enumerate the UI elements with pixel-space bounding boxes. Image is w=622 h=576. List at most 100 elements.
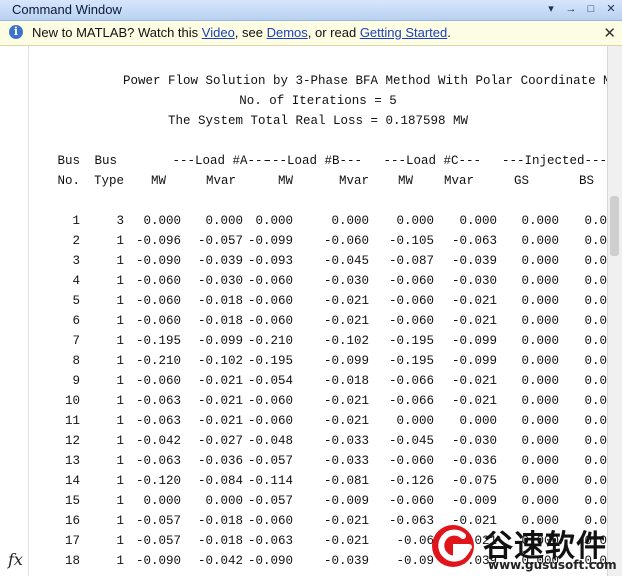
table-cell: 1 [116, 514, 124, 528]
table-cell: 13 [64, 454, 80, 468]
watermark: 谷速软件 www.gususoft.com [425, 519, 622, 576]
actions-dropdown-icon[interactable]: ▾ [544, 2, 558, 16]
table-cell: -0.075 [451, 474, 497, 488]
table-cell: -0.039 [451, 254, 497, 268]
maximize-icon[interactable]: □ [584, 2, 598, 16]
table-cell: 0.000 [459, 214, 497, 228]
table-cell: 1 [116, 254, 124, 268]
table-cell: -0.027 [197, 434, 243, 448]
table-cell: 0.0 [584, 314, 607, 328]
window-title: Command Window [12, 2, 122, 17]
table-cell: -0.036 [197, 454, 243, 468]
table-cell: 4 [72, 274, 80, 288]
getting-started-link[interactable]: Getting Started [360, 25, 447, 40]
header2-mvar-b: Mvar [338, 174, 369, 188]
loss-line: The System Total Real Loss = 0.187598 MW [167, 114, 469, 128]
table-cell: 11 [64, 414, 80, 428]
table-cell: 7 [72, 334, 80, 348]
notice-text-4: . [447, 25, 451, 40]
table-cell: -0.087 [388, 254, 434, 268]
table-cell: -0.060 [135, 314, 181, 328]
close-notice-icon[interactable]: ✕ [603, 24, 616, 42]
window-titlebar: Command Window ▾ → □ ✕ [0, 0, 622, 21]
table-cell: 0.000 [521, 494, 559, 508]
table-cell: -0.018 [197, 294, 243, 308]
table-cell: -0.021 [197, 394, 243, 408]
close-icon[interactable]: ✕ [604, 2, 618, 16]
table-cell: -0.057 [247, 454, 293, 468]
table-cell: 0.000 [521, 214, 559, 228]
table-cell: 1 [116, 554, 124, 568]
table-cell: 1 [116, 354, 124, 368]
table-cell: 0.000 [143, 494, 181, 508]
table-cell: -0.048 [247, 434, 293, 448]
table-cell: -0.060 [388, 274, 434, 288]
table-cell: -0.066 [388, 374, 434, 388]
vertical-scrollbar[interactable] [607, 46, 622, 576]
header-bus-type: Bus [94, 154, 117, 168]
table-cell: -0.060 [247, 294, 293, 308]
table-cell: 0.0 [584, 294, 607, 308]
table-cell: -0.009 [451, 494, 497, 508]
table-cell: -0.063 [451, 234, 497, 248]
table-cell: 0.000 [521, 334, 559, 348]
left-gutter [0, 46, 29, 576]
table-cell: -0.021 [451, 314, 497, 328]
table-cell: -0.060 [135, 294, 181, 308]
table-cell: -0.060 [247, 514, 293, 528]
table-cell: -0.060 [323, 234, 369, 248]
header-bus: Bus [57, 154, 80, 168]
table-cell: 0.000 [521, 394, 559, 408]
table-cell: 0.000 [255, 214, 293, 228]
table-cell: -0.018 [197, 534, 243, 548]
header-load-c: ---Load #C--- [383, 154, 481, 168]
table-cell: -0.030 [323, 274, 369, 288]
table-cell: 0.0 [584, 374, 607, 388]
table-cell: 0.000 [521, 354, 559, 368]
table-cell: 3 [72, 254, 80, 268]
command-output[interactable]: Power Flow Solution by 3-Phase BFA Metho… [29, 46, 607, 576]
table-cell: 0.0 [584, 414, 607, 428]
table-cell: -0.021 [197, 414, 243, 428]
fx-prompt-icon[interactable]: fx [8, 550, 23, 569]
table-cell: 0.000 [205, 214, 243, 228]
table-cell: 1 [116, 394, 124, 408]
table-cell: -0.063 [135, 414, 181, 428]
table-cell: -0.060 [247, 394, 293, 408]
table-cell: -0.081 [323, 474, 369, 488]
table-cell: 0.0 [584, 494, 607, 508]
window-controls: ▾ → □ ✕ [544, 2, 618, 16]
brand-url: www.gususoft.com [488, 558, 617, 572]
getting-started-bar: i New to MATLAB? Watch this Video, see D… [0, 21, 622, 46]
table-cell: -0.057 [247, 494, 293, 508]
table-cell: 1 [116, 374, 124, 388]
table-cell: 1 [116, 454, 124, 468]
table-cell: 0.000 [459, 414, 497, 428]
table-cell: -0.126 [388, 474, 434, 488]
header2-bs: BS [578, 174, 594, 188]
table-cell: -0.102 [323, 334, 369, 348]
table-cell: -0.030 [451, 274, 497, 288]
table-cell: -0.105 [388, 234, 434, 248]
table-cell: 10 [64, 394, 80, 408]
table-cell: 0.000 [521, 294, 559, 308]
table-cell: -0.054 [247, 374, 293, 388]
table-cell: -0.018 [323, 374, 369, 388]
table-cell: -0.090 [135, 554, 181, 568]
table-cell: 0.000 [396, 214, 434, 228]
table-cell: -0.030 [451, 434, 497, 448]
table-cell: 1 [116, 334, 124, 348]
notice-text-1: New to MATLAB? Watch this [32, 25, 202, 40]
table-cell: 1 [116, 314, 124, 328]
header-load-b: ---Load #B--- [264, 154, 362, 168]
table-cell: -0.021 [323, 294, 369, 308]
video-link[interactable]: Video [202, 25, 235, 40]
table-cell: -0.042 [135, 434, 181, 448]
demos-link[interactable]: Demos [267, 25, 308, 40]
scrollbar-thumb[interactable] [610, 196, 619, 256]
undock-icon[interactable]: → [564, 2, 578, 16]
table-cell: 6 [72, 314, 80, 328]
table-cell: -0.099 [451, 354, 497, 368]
table-cell: -0.021 [451, 394, 497, 408]
table-cell: 1 [116, 294, 124, 308]
